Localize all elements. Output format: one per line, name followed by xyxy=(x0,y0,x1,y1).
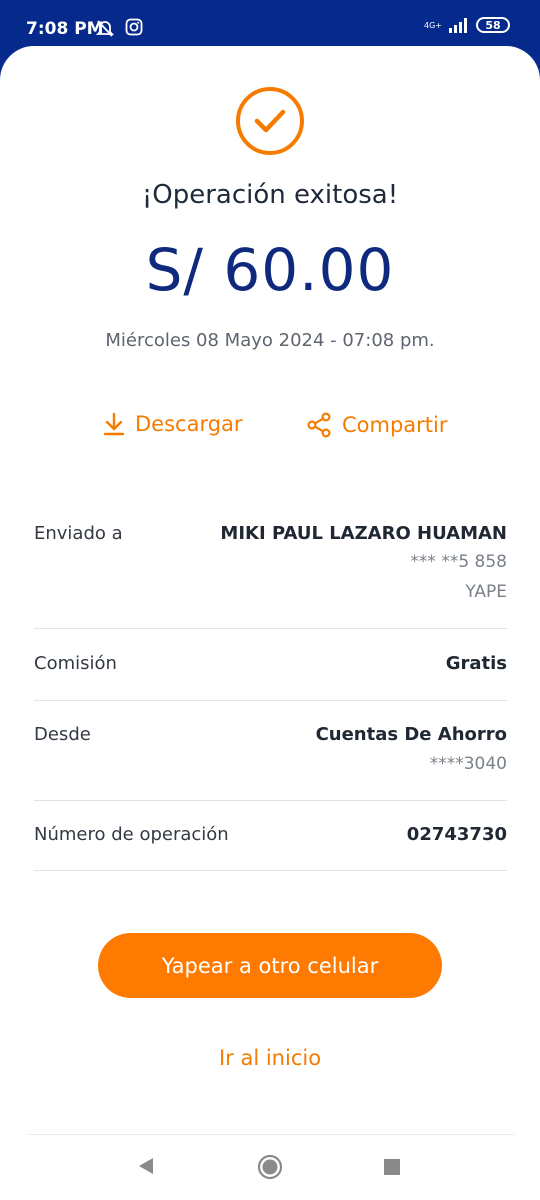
share-button[interactable]: Compartir xyxy=(306,412,448,438)
commission-value: Gratis xyxy=(445,653,507,674)
system-nav-bar xyxy=(0,1146,540,1200)
divider xyxy=(34,870,507,871)
share-label: Compartir xyxy=(342,413,448,437)
divider xyxy=(34,628,507,629)
network-type: 4G+ xyxy=(424,20,442,30)
nav-divider xyxy=(28,1134,514,1135)
commission-label: Comisión xyxy=(34,653,117,674)
download-label: Descargar xyxy=(135,412,243,436)
back-icon[interactable] xyxy=(137,1156,155,1176)
operation-number-label: Número de operación xyxy=(34,824,229,845)
recipient-app: YAPE xyxy=(465,582,507,602)
from-account-number: ****3040 xyxy=(429,754,507,774)
muted-bell-icon xyxy=(95,20,115,37)
battery-icon: 58 xyxy=(476,17,510,33)
download-button[interactable]: Descargar xyxy=(103,412,243,436)
recipient-name: MIKI PAUL LAZARO HUAMAN xyxy=(220,523,507,544)
success-title: ¡Operación exitosa! xyxy=(141,180,399,210)
success-check-icon xyxy=(236,87,304,155)
share-icon xyxy=(307,412,331,438)
home-icon[interactable] xyxy=(257,1154,283,1180)
operation-number: 02743730 xyxy=(406,824,507,845)
from-label: Desde xyxy=(34,724,91,745)
divider xyxy=(34,800,507,801)
instagram-icon xyxy=(125,18,143,36)
amount: S/ 60.00 xyxy=(145,236,395,304)
send-to-another-phone-button[interactable]: Yapear a otro celular xyxy=(98,933,442,998)
go-home-link[interactable]: Ir al inicio xyxy=(0,1046,540,1070)
receipt-card: ¡Operación exitosa! S/ 60.00 Miércoles 0… xyxy=(0,46,540,1200)
recent-apps-icon[interactable] xyxy=(384,1159,400,1175)
operation-datetime: Miércoles 08 Mayo 2024 - 07:08 pm. xyxy=(105,330,435,351)
download-icon xyxy=(103,412,125,436)
recipient-phone: *** **5 858 xyxy=(410,552,507,572)
divider xyxy=(34,700,507,701)
from-account: Cuentas De Ahorro xyxy=(315,724,507,745)
signal-icon xyxy=(449,18,467,33)
sent-to-label: Enviado a xyxy=(34,523,123,544)
status-time: 7:08 PM xyxy=(26,19,104,39)
